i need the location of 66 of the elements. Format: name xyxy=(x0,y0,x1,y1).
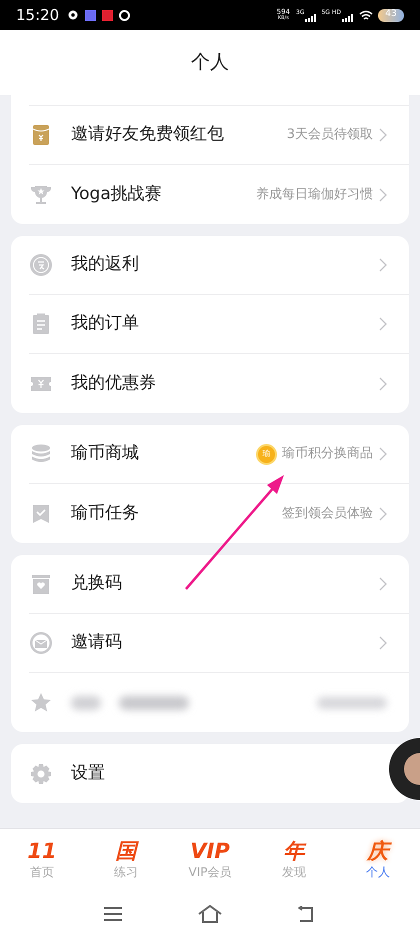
status-time: 15:20 xyxy=(16,4,60,26)
tab-icon: 国 xyxy=(116,838,136,864)
gift-box-icon xyxy=(29,572,53,596)
menu-item-hint: 签到领会员体验 xyxy=(282,504,373,523)
chevron-right-icon xyxy=(379,128,387,142)
tab-icon: 11 xyxy=(27,838,57,864)
menu-item-label: 兑换码 xyxy=(71,572,123,596)
app-notification-icon xyxy=(119,10,130,20)
chevron-right-icon xyxy=(379,258,387,272)
blurred-hint xyxy=(317,696,387,708)
menu-item-label: 设置 xyxy=(71,762,106,785)
coin-badge: 瑜 xyxy=(256,444,277,464)
menu-item-hint: 养成每日瑜伽好习惯 xyxy=(256,186,373,204)
menu-item-label: 我的优惠券 xyxy=(71,372,157,395)
tab-label: 练习 xyxy=(114,864,138,880)
tab-bar-item[interactable]: 国 练习 xyxy=(84,829,168,888)
blurred-label xyxy=(71,696,101,710)
tab-label: 个人 xyxy=(366,864,390,880)
menu-item-hint: 3天会员待领取 xyxy=(286,126,373,144)
page-title: 个人 xyxy=(191,50,229,76)
menu-item-hint: 瑜币积分换商品 xyxy=(282,445,373,464)
menu-item-label: 邀请好友免费领红包 xyxy=(71,123,225,146)
tab-icon: 年 xyxy=(284,838,304,864)
menu-item[interactable]: 我的订单 xyxy=(29,295,409,354)
chevron-right-icon xyxy=(379,506,387,520)
wifi-icon xyxy=(359,10,373,20)
chevron-right-icon xyxy=(379,577,387,591)
chevron-right-icon xyxy=(379,376,387,390)
chevron-right-icon xyxy=(379,317,387,331)
tab-label: 首页 xyxy=(30,864,54,880)
menu-item-label: 邀请码 xyxy=(71,631,123,654)
battery-indicator: 43 xyxy=(378,8,404,22)
signal-icon xyxy=(305,14,318,22)
signal-icon xyxy=(342,14,354,22)
menu-icon[interactable] xyxy=(104,907,122,921)
menu-item[interactable]: 瑜币商城 瑜 瑜币积分换商品 xyxy=(29,425,409,484)
envelope-icon xyxy=(29,631,53,655)
menu-item-label: 我的订单 xyxy=(71,312,140,336)
menu-item[interactable]: 设置 xyxy=(29,744,391,803)
tab-label: 发现 xyxy=(282,864,306,880)
back-icon[interactable] xyxy=(298,906,316,922)
tab-bar-item[interactable]: VIP VIP会员 xyxy=(168,829,252,888)
tab-icon: VIP xyxy=(190,838,230,864)
app-notification-icon xyxy=(102,10,114,20)
menu-item[interactable]: 瑜币任务 签到领会员体验 xyxy=(29,484,409,543)
app-notification-icon xyxy=(85,10,96,20)
tab-label: VIP会员 xyxy=(188,864,232,880)
menu-item-label: Yoga挑战赛 xyxy=(71,182,163,206)
chevron-right-icon xyxy=(379,447,387,461)
menu-item[interactable]: 邀请码 xyxy=(29,614,409,673)
tab-bar-item[interactable]: 11 首页 xyxy=(0,829,84,888)
rebate-icon xyxy=(29,253,53,277)
home-icon[interactable] xyxy=(198,905,222,923)
menu-item[interactable]: 邀请好友免费领红包 3天会员待领取 xyxy=(29,106,409,165)
tab-bar-item[interactable]: 庆 个人 xyxy=(336,829,420,888)
menu-item[interactable]: 我的优惠券 xyxy=(29,354,409,413)
menu-item-label: 瑜币任务 xyxy=(71,502,140,525)
chevron-right-icon xyxy=(379,636,387,650)
menu-item-label: 我的返利 xyxy=(71,253,140,276)
menu-item[interactable]: 我的返利 xyxy=(29,236,409,295)
blurred-label xyxy=(119,696,189,710)
menu-item-label: 瑜币商城 xyxy=(71,442,140,466)
chevron-right-icon xyxy=(379,188,387,202)
menu-item[interactable]: Yoga挑战赛 养成每日瑜伽好习惯 xyxy=(29,165,409,224)
tab-bar-item[interactable]: 年 发现 xyxy=(252,829,336,888)
menu-item[interactable]: 兑换码 xyxy=(29,555,409,614)
